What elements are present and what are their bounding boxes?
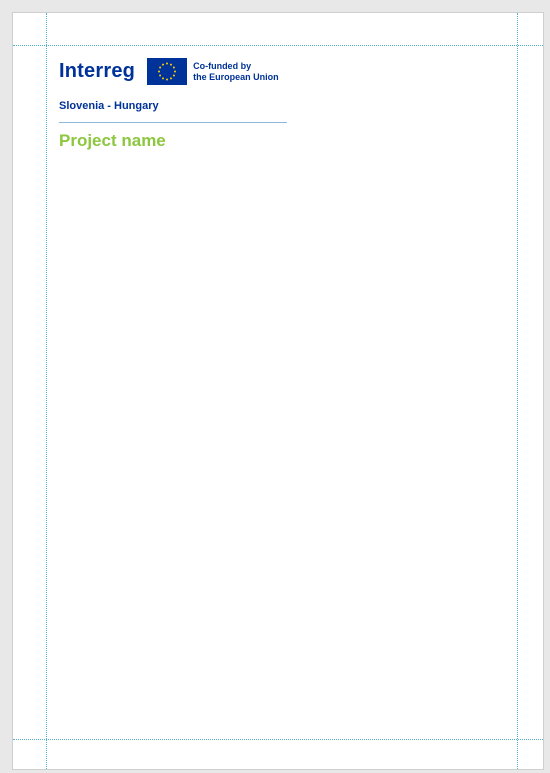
top-margin-guide — [13, 45, 543, 46]
cofunded-line2: the European Union — [193, 71, 279, 82]
eu-flag-icon — [147, 58, 188, 85]
programme-name: Slovenia - Hungary — [59, 100, 159, 112]
left-margin-guide — [46, 13, 47, 769]
right-margin-guide — [517, 13, 518, 769]
header-divider — [59, 122, 287, 123]
document-page: Interreg Co-funded by the European Union… — [12, 12, 544, 770]
interreg-wordmark: Interreg — [59, 60, 136, 82]
bottom-margin-guide — [13, 739, 543, 740]
cofunded-text: Co-funded by the European Union — [193, 61, 279, 83]
cofunded-line1: Co-funded by — [193, 60, 252, 71]
project-name-heading[interactable]: Project name — [59, 131, 166, 151]
interreg-logo: Interreg Co-funded by the European Union — [59, 58, 279, 85]
